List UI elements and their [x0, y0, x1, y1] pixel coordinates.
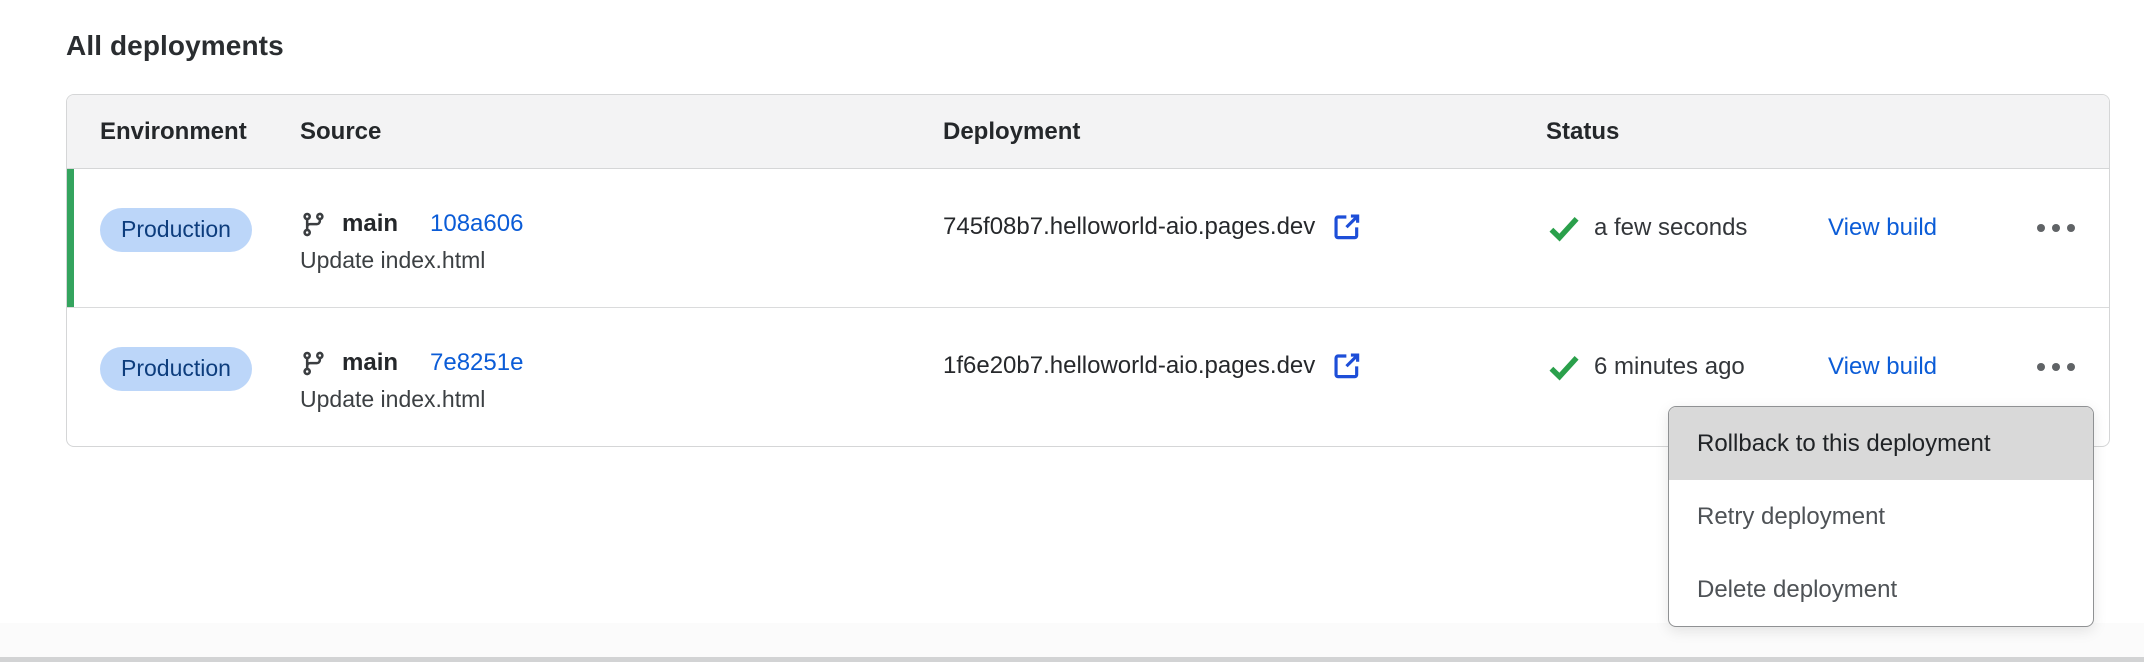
ellipsis-icon [2037, 363, 2045, 371]
header-deployment: Deployment [943, 118, 1546, 146]
check-icon [1546, 349, 1582, 385]
table-header-row: Environment Source Deployment Status [67, 95, 2109, 169]
check-icon [1546, 210, 1582, 246]
deployment-url: 1f6e20b7.helloworld-aio.pages.dev [943, 352, 1315, 380]
environment-badge: Production [100, 208, 252, 252]
environment-cell: Production [100, 349, 300, 391]
current-deployment-indicator [67, 169, 74, 307]
deployment-cell: 1f6e20b7.helloworld-aio.pages.dev [943, 349, 1546, 382]
table-row: Production main 108a606 Update index.htm… [67, 169, 2109, 308]
environment-badge: Production [100, 347, 252, 391]
deployment-url: 745f08b7.helloworld-aio.pages.dev [943, 213, 1315, 241]
deployments-page: All deployments Environment Source Deplo… [0, 0, 2144, 447]
header-status: Status [1546, 118, 2109, 146]
view-build-link[interactable]: View build [1828, 353, 1937, 381]
status-time: 6 minutes ago [1594, 353, 1745, 381]
menu-item-delete[interactable]: Delete deployment [1669, 553, 2093, 626]
header-environment: Environment [100, 118, 300, 146]
commit-link[interactable]: 108a606 [430, 210, 523, 238]
status-cell: 6 minutes ago View build [1546, 349, 2109, 385]
row-actions-button[interactable] [2037, 214, 2075, 242]
page-bottom-band [0, 623, 2144, 657]
page-bottom-divider [0, 657, 2144, 662]
status-cell: a few seconds View build [1546, 210, 2109, 246]
page-title: All deployments [66, 30, 2144, 62]
status-time: a few seconds [1594, 214, 1747, 242]
header-source: Source [300, 118, 943, 146]
source-cell: main 108a606 Update index.html [300, 210, 943, 274]
external-link-icon[interactable] [1330, 210, 1363, 243]
commit-message: Update index.html [300, 247, 943, 274]
row-actions-menu: Rollback to this deployment Retry deploy… [1668, 406, 2094, 627]
row-actions-button[interactable] [2037, 353, 2075, 381]
deployment-cell: 745f08b7.helloworld-aio.pages.dev [943, 210, 1546, 243]
source-cell: main 7e8251e Update index.html [300, 349, 943, 413]
commit-message: Update index.html [300, 386, 943, 413]
menu-item-retry[interactable]: Retry deployment [1669, 480, 2093, 553]
deployments-table: Environment Source Deployment Status Pro… [66, 94, 2110, 447]
menu-item-rollback[interactable]: Rollback to this deployment [1669, 407, 2093, 480]
git-branch-icon [300, 211, 327, 238]
branch-name: main [342, 210, 398, 238]
external-link-icon[interactable] [1330, 349, 1363, 382]
ellipsis-icon [2037, 224, 2045, 232]
git-branch-icon [300, 350, 327, 377]
view-build-link[interactable]: View build [1828, 214, 1937, 242]
commit-link[interactable]: 7e8251e [430, 349, 523, 377]
branch-name: main [342, 349, 398, 377]
environment-cell: Production [100, 210, 300, 252]
